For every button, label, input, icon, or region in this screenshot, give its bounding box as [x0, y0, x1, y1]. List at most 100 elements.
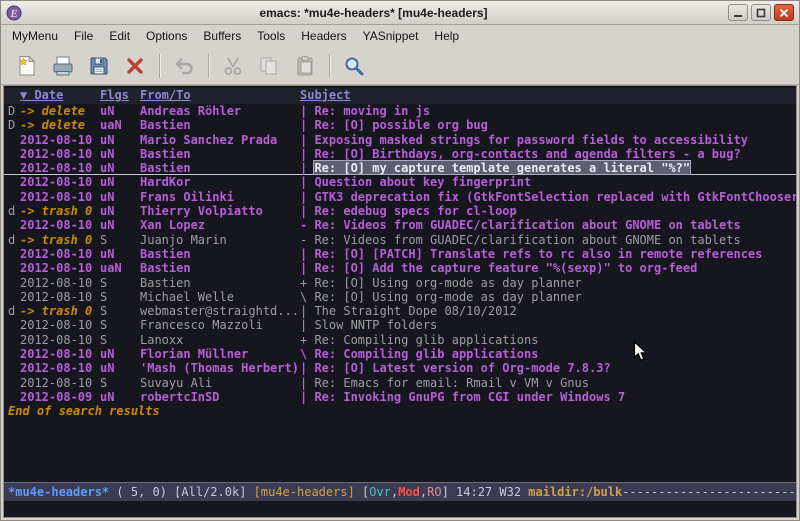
message-row[interactable]: 2012-08-10 uN 'Mash (Thomas Herbert) | R…	[4, 361, 796, 375]
column-header-date[interactable]: ▼ Date	[20, 88, 63, 102]
menu-edit[interactable]: Edit	[101, 26, 138, 46]
mark-cell	[8, 318, 20, 332]
thread-prefix: |	[300, 161, 314, 174]
cut-icon[interactable]	[217, 51, 249, 81]
close-button[interactable]	[774, 4, 794, 21]
message-row[interactable]: 2012-08-10 S Bastien + Re: [O] Using org…	[4, 276, 796, 290]
modeline-ro: RO	[427, 485, 441, 499]
flags-cell: uN	[100, 247, 140, 261]
thread-prefix: \	[300, 347, 314, 361]
minimize-button[interactable]	[728, 4, 748, 21]
from-cell: Juanjo Marin	[140, 233, 300, 247]
menu-yasnippet[interactable]: YASnippet	[355, 26, 427, 46]
menu-file[interactable]: File	[66, 26, 101, 46]
new-file-icon[interactable]	[11, 51, 43, 81]
subject-cell: Re: edebug specs for cl-loop	[314, 204, 516, 218]
subject-cell: Re: Invoking GnuPG from CGI under Window…	[314, 390, 625, 404]
message-row[interactable]: 2012-08-10 S Michael Welle \ Re: [O] Usi…	[4, 290, 796, 304]
from-cell: Thierry Volpiatto	[140, 204, 300, 218]
column-header-flags[interactable]: Flgs	[100, 88, 129, 102]
thread-prefix: |	[300, 247, 314, 261]
menu-options[interactable]: Options	[138, 26, 195, 46]
from-cell: 'Mash (Thomas Herbert)	[140, 361, 300, 375]
thread-prefix: -	[300, 233, 314, 247]
flags-cell: S	[100, 290, 140, 304]
flags-cell: S	[100, 276, 140, 290]
undo-icon[interactable]	[168, 51, 200, 81]
menu-mymenu[interactable]: MyMenu	[4, 26, 66, 46]
message-row[interactable]: 2012-08-10 uaN Bastien | Re: [O] Add the…	[4, 261, 796, 275]
menu-headers[interactable]: Headers	[293, 26, 354, 46]
message-row[interactable]: 2012-08-10 uN Bastien | Re: [O] my captu…	[4, 161, 796, 175]
subject-cell: Re: Videos from GUADEC/clarification abo…	[314, 233, 740, 247]
menu-help[interactable]: Help	[426, 26, 467, 46]
flags-cell: uN	[100, 161, 140, 174]
modeline-buffer: *mu4e-headers*	[8, 485, 109, 499]
message-row[interactable]: 2012-08-10 S Francesco Mazzoli | Slow NN…	[4, 318, 796, 332]
modeline-folder: maildir:/bulk	[528, 485, 622, 499]
thread-prefix: |	[300, 376, 314, 390]
maximize-icon	[756, 8, 766, 18]
message-row[interactable]: 2012-08-10 S Lanoxx + Re: Compiling glib…	[4, 333, 796, 347]
message-row[interactable]: 2012-08-09 uN robertcInSD | Re: Invoking…	[4, 390, 796, 404]
search-icon[interactable]	[338, 51, 370, 81]
mark-cell: d	[8, 304, 20, 318]
from-cell: Bastien	[140, 161, 300, 174]
mark-cell	[8, 276, 20, 290]
subject-cell: Re: [O] Birthdays, org-contacts and agen…	[314, 147, 740, 161]
message-row[interactable]: D -> delete uaN Bastien | Re: [O] possib…	[4, 118, 796, 132]
save-icon[interactable]	[83, 51, 115, 81]
from-cell: robertcInSD	[140, 390, 300, 404]
message-row[interactable]: 2012-08-10 uN Bastien | Re: [O] Birthday…	[4, 147, 796, 161]
column-header-subject[interactable]: Subject	[300, 88, 351, 102]
message-list: D -> delete uN Andreas Röhler | Re: movi…	[4, 104, 796, 404]
message-row[interactable]: d -> trash 0 uN Thierry Volpiatto | Re: …	[4, 204, 796, 218]
close-buffer-icon[interactable]	[119, 51, 151, 81]
modeline-mod: Mod	[398, 485, 420, 499]
from-cell: Bastien	[140, 261, 300, 275]
column-header-from[interactable]: From/To	[140, 88, 191, 102]
tool-bar	[1, 47, 799, 85]
date-cell: 2012-08-10	[20, 218, 100, 232]
message-row[interactable]: 2012-08-10 uN Xan Lopez - Re: Videos fro…	[4, 218, 796, 232]
from-cell: Michael Welle	[140, 290, 300, 304]
message-row[interactable]: d -> trash 0 S Juanjo Marin - Re: Videos…	[4, 233, 796, 247]
message-row[interactable]: d -> trash 0 S webmaster@straightd... | …	[4, 304, 796, 318]
thread-prefix: |	[300, 361, 314, 375]
date-cell: -> delete	[20, 104, 100, 118]
date-cell: 2012-08-10	[20, 333, 100, 347]
toolbar-separator	[208, 54, 209, 78]
message-row[interactable]: 2012-08-10 uN Bastien | Re: [O] [PATCH] …	[4, 247, 796, 261]
subject-cell: Re: [O] possible org bug	[314, 118, 487, 132]
message-row[interactable]: 2012-08-10 S Suvayu Ali | Re: Emacs for …	[4, 376, 796, 390]
maximize-button[interactable]	[751, 4, 771, 21]
echo-area[interactable]	[4, 501, 796, 517]
date-cell: 2012-08-10	[20, 161, 100, 174]
paste-icon[interactable]	[289, 51, 321, 81]
thread-prefix: |	[300, 133, 314, 147]
mode-line: *mu4e-headers* ( 5, 0) [All/2.0k] [mu4e-…	[4, 482, 796, 501]
emacs-window: E emacs: *mu4e-headers* [mu4e-headers] M…	[0, 0, 800, 521]
emacs-frame: ▼ Date Flgs From/To Subject D -> delete …	[3, 85, 797, 518]
menu-buffers[interactable]: Buffers	[195, 26, 249, 46]
message-row[interactable]: 2012-08-10 uN Mario Sanchez Prada | Expo…	[4, 133, 796, 147]
modeline-ovr: Ovr	[369, 485, 391, 499]
message-row[interactable]: D -> delete uN Andreas Röhler | Re: movi…	[4, 104, 796, 118]
date-cell: 2012-08-10	[20, 347, 100, 361]
print-icon[interactable]	[47, 51, 79, 81]
flags-cell: S	[100, 318, 140, 332]
subject-cell: Exposing masked strings for password fie…	[314, 133, 747, 147]
date-cell: 2012-08-10	[20, 290, 100, 304]
message-row[interactable]: 2012-08-10 uN Frans Oilinki | GTK3 depre…	[4, 190, 796, 204]
thread-prefix: |	[300, 104, 314, 118]
from-cell: webmaster@straightd...	[140, 304, 300, 318]
date-cell: 2012-08-10	[20, 147, 100, 161]
copy-icon[interactable]	[253, 51, 285, 81]
mark-cell	[8, 390, 20, 404]
message-row[interactable]: 2012-08-10 uN HardKor | Question about k…	[4, 175, 796, 189]
subject-cell: Re: Compiling glib applications	[314, 333, 538, 347]
menu-tools[interactable]: Tools	[249, 26, 293, 46]
mark-cell: d	[8, 233, 20, 247]
emacs-icon: E	[6, 5, 22, 21]
message-row[interactable]: 2012-08-10 uN Florian Müllner \ Re: Comp…	[4, 347, 796, 361]
